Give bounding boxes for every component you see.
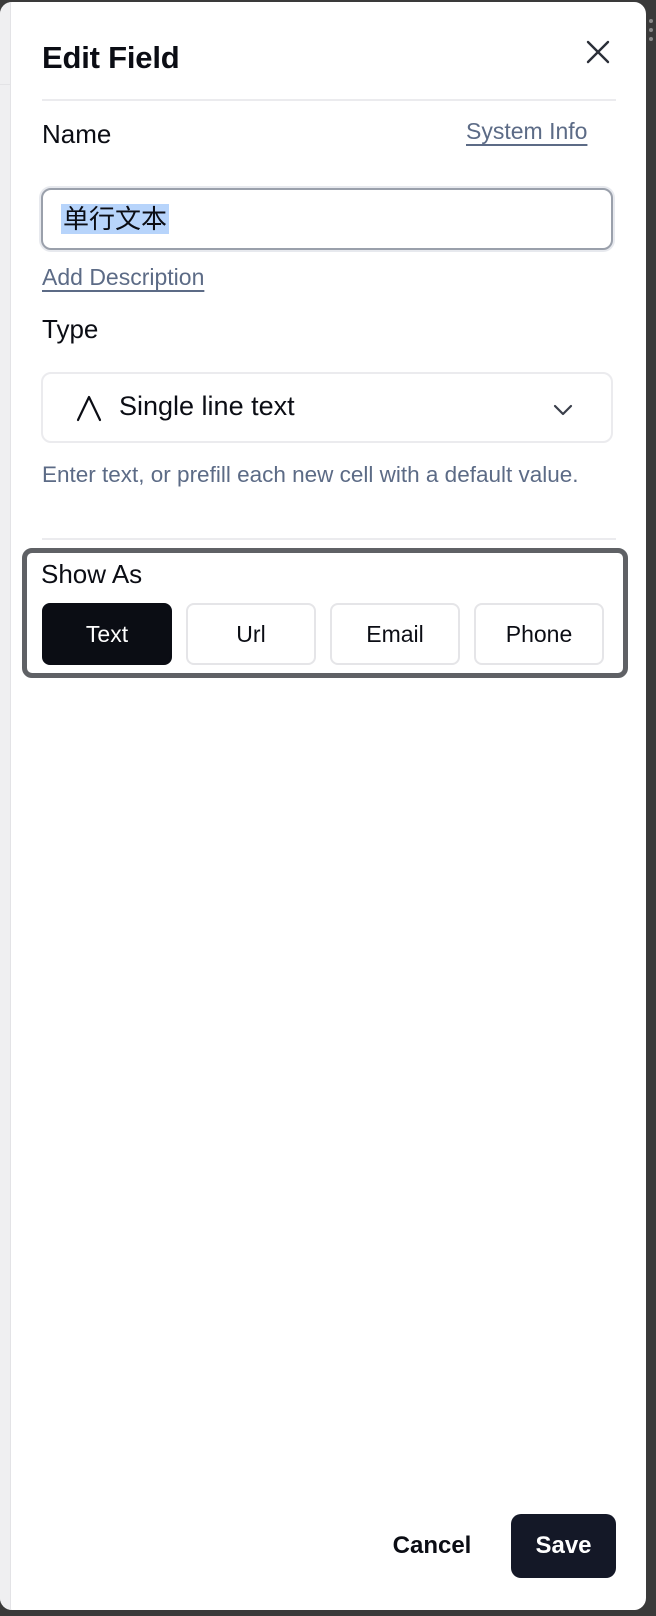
field-type-value: Single line text: [119, 391, 295, 421]
field-name-input[interactable]: 单行文本: [41, 188, 613, 250]
field-type-select[interactable]: Single line text: [41, 372, 613, 443]
field-name-value[interactable]: 单行文本: [61, 204, 170, 234]
show-as-label: Show As: [41, 559, 143, 589]
edit-field-panel: Edit Field Name System Info 单行文本 Add Des…: [0, 2, 646, 1610]
add-description-link[interactable]: Add Description: [42, 264, 204, 291]
header-divider: [42, 99, 616, 101]
show-as-url-button[interactable]: Url: [186, 603, 316, 665]
system-info-link[interactable]: System Info: [466, 118, 587, 145]
show-as-email-button[interactable]: Email: [330, 603, 460, 665]
chevron-down-icon: [553, 404, 573, 416]
text-a-icon: [76, 395, 102, 422]
show-as-text-button[interactable]: Text: [42, 603, 172, 665]
show-as-group: Show As Text Url Email Phone: [22, 548, 628, 678]
close-icon[interactable]: [582, 36, 614, 68]
type-helper-text: Enter text, or prefill each new cell wit…: [42, 462, 579, 487]
type-label: Type: [42, 314, 99, 344]
section-divider: [42, 538, 616, 540]
name-label: Name: [42, 119, 112, 149]
save-button[interactable]: Save: [511, 1514, 616, 1578]
panel-side-strip: [0, 2, 11, 1610]
drag-handle-icon: [649, 19, 653, 41]
side-strip-divider: [0, 84, 10, 85]
show-as-phone-button[interactable]: Phone: [474, 603, 604, 665]
dialog-title: Edit Field: [42, 40, 180, 75]
cancel-button[interactable]: Cancel: [375, 1514, 489, 1578]
